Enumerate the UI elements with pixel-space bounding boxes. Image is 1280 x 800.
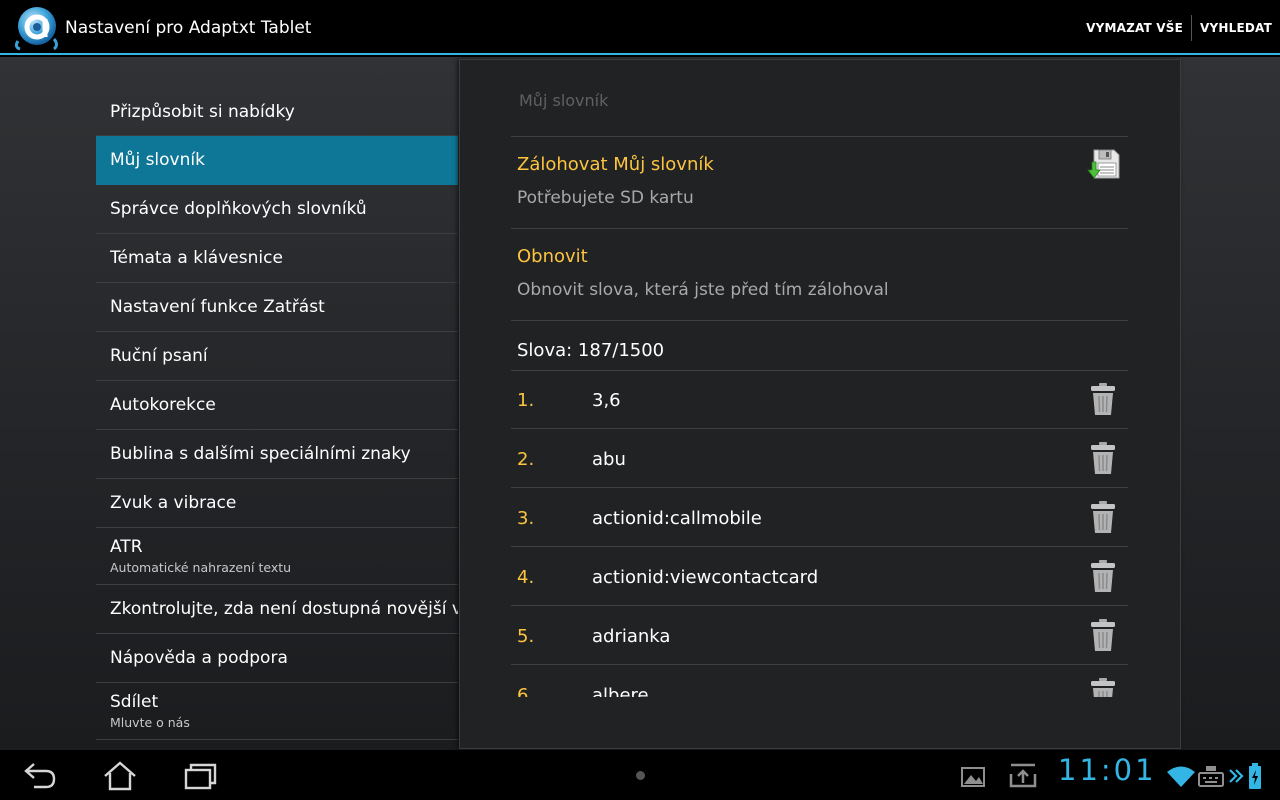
nav-item-summary: Mluvte o nás: [110, 715, 190, 730]
nav-item-summary: Automatické nahrazení textu: [110, 560, 292, 575]
nav-item-sound-vibration[interactable]: Zvuk a vibrace: [96, 479, 458, 528]
wifi-icon[interactable]: [1166, 764, 1196, 788]
nav-item-label: Zkontrolujte, zda není dostupná novější …: [110, 599, 458, 619]
save-to-sd-icon[interactable]: [1087, 148, 1121, 182]
divider: [511, 320, 1128, 321]
recent-apps-icon[interactable]: [182, 760, 218, 792]
home-icon[interactable]: [102, 760, 138, 792]
nav-item-addon-dictionaries[interactable]: Správce doplňkových slovníků: [96, 185, 458, 234]
backup-preference[interactable]: Zálohovat Můj slovník Potřebujete SD kar…: [517, 154, 1117, 208]
trash-icon[interactable]: [1089, 382, 1117, 416]
word-row[interactable]: 5. adrianka: [511, 606, 1128, 665]
divider: [511, 228, 1128, 229]
nav-item-special-chars-bubble[interactable]: Bublina s dalšími speciálními znaky: [96, 430, 458, 479]
nav-item-shake-settings[interactable]: Nastavení funkce Zatřást: [96, 283, 458, 332]
word-number: 5.: [517, 626, 535, 647]
app-title: Nastavení pro Adaptxt Tablet: [65, 18, 312, 38]
back-icon[interactable]: [22, 760, 58, 792]
nav-item-help-support[interactable]: Nápověda a podpora: [96, 634, 458, 683]
nav-item-autocorrect[interactable]: Autokorekce: [96, 381, 458, 430]
word-row[interactable]: 4. actionid:viewcontactcard: [511, 547, 1128, 606]
detail-pane: Můj slovník Zálohovat Můj slovník Potřeb…: [459, 59, 1181, 749]
word-text: actionid:callmobile: [592, 508, 762, 529]
words-count: Slova: 187/1500: [517, 340, 665, 361]
word-number: 1.: [517, 390, 535, 411]
trash-icon[interactable]: [1089, 677, 1117, 697]
settings-main: Přizpůsobit si nabídky Můj slovník Správ…: [0, 57, 1280, 750]
status-clock[interactable]: 11:01: [1058, 753, 1157, 787]
restore-preference[interactable]: Obnovit Obnovit slova, která jste před t…: [517, 246, 1117, 300]
nav-item-label: Přizpůsobit si nabídky: [110, 102, 295, 122]
upload-notification-icon[interactable]: [1008, 760, 1038, 792]
backup-summary: Potřebujete SD kartu: [517, 188, 694, 208]
nav-item-check-updates[interactable]: Zkontrolujte, zda není dostupná novější …: [96, 585, 458, 634]
page-indicator-dot: [636, 771, 645, 780]
word-row[interactable]: 1. 3,6: [511, 370, 1128, 429]
trash-icon[interactable]: [1089, 441, 1117, 475]
word-number: 6.: [517, 685, 535, 697]
word-row[interactable]: 3. actionid:callmobile: [511, 488, 1128, 547]
nav-item-label: Nápověda a podpora: [110, 648, 288, 668]
word-number: 3.: [517, 508, 535, 529]
search-button[interactable]: VYHLEDAT: [1192, 13, 1280, 43]
action-bar: Nastavení pro Adaptxt Tablet VYMAZAT VŠE…: [0, 0, 1280, 55]
word-text: 3,6: [592, 390, 621, 411]
word-row[interactable]: 2. abu: [511, 429, 1128, 488]
nav-item-label: Správce doplňkových slovníků: [110, 199, 367, 219]
nav-item-share[interactable]: Sdílet Mluvte o nás: [96, 683, 458, 740]
nav-item-label: Můj slovník: [110, 150, 205, 170]
restore-summary: Obnovit slova, která jste před tím záloh…: [517, 280, 889, 300]
battery-icon[interactable]: [1248, 762, 1262, 790]
divider: [511, 136, 1128, 137]
word-text: albere: [592, 685, 649, 697]
nav-item-themes-keyboards[interactable]: Témata a klávesnice: [96, 234, 458, 283]
word-number: 2.: [517, 449, 535, 470]
trash-icon[interactable]: [1089, 559, 1117, 593]
nav-item-label: Bublina s dalšími speciálními znaky: [110, 444, 411, 464]
word-row[interactable]: 6. albere: [511, 665, 1128, 697]
nav-item-label: Nastavení funkce Zatřást: [110, 297, 325, 317]
word-number: 4.: [517, 567, 535, 588]
backup-title: Zálohovat Můj slovník: [517, 154, 714, 175]
nav-item-label: Ruční psaní: [110, 346, 208, 366]
word-text: adrianka: [592, 626, 671, 647]
settings-nav-list: Přizpůsobit si nabídky Můj slovník Správ…: [96, 89, 458, 740]
word-text: abu: [592, 449, 626, 470]
word-text: actionid:viewcontactcard: [592, 567, 819, 588]
nav-item-label: Témata a klávesnice: [110, 248, 283, 268]
nav-item-my-dictionary[interactable]: Můj slovník: [96, 136, 458, 185]
nav-item-atr[interactable]: ATR Automatické nahrazení textu: [96, 528, 458, 585]
gallery-notification-icon[interactable]: [958, 760, 988, 792]
clear-all-button[interactable]: VYMAZAT VŠE: [1078, 13, 1191, 43]
trash-icon[interactable]: [1089, 500, 1117, 534]
keyboard-icon[interactable]: [1198, 764, 1224, 788]
nav-item-customize-menus[interactable]: Přizpůsobit si nabídky: [96, 89, 458, 136]
more-icon[interactable]: [1228, 766, 1244, 786]
nav-item-handwriting[interactable]: Ruční psaní: [96, 332, 458, 381]
nav-item-label: ATR: [110, 537, 143, 557]
nav-item-label: Autokorekce: [110, 395, 216, 415]
detail-title: Můj slovník: [519, 91, 609, 110]
adaptxt-logo-icon[interactable]: [12, 5, 60, 51]
nav-item-label: Sdílet: [110, 692, 159, 712]
restore-title: Obnovit: [517, 246, 588, 267]
action-bar-actions: VYMAZAT VŠE VYHLEDAT: [1078, 0, 1280, 55]
word-list[interactable]: 1. 3,6 2. abu 3. actionid:callmobile 4. …: [511, 370, 1128, 697]
trash-icon[interactable]: [1089, 618, 1117, 652]
nav-item-label: Zvuk a vibrace: [110, 493, 237, 513]
